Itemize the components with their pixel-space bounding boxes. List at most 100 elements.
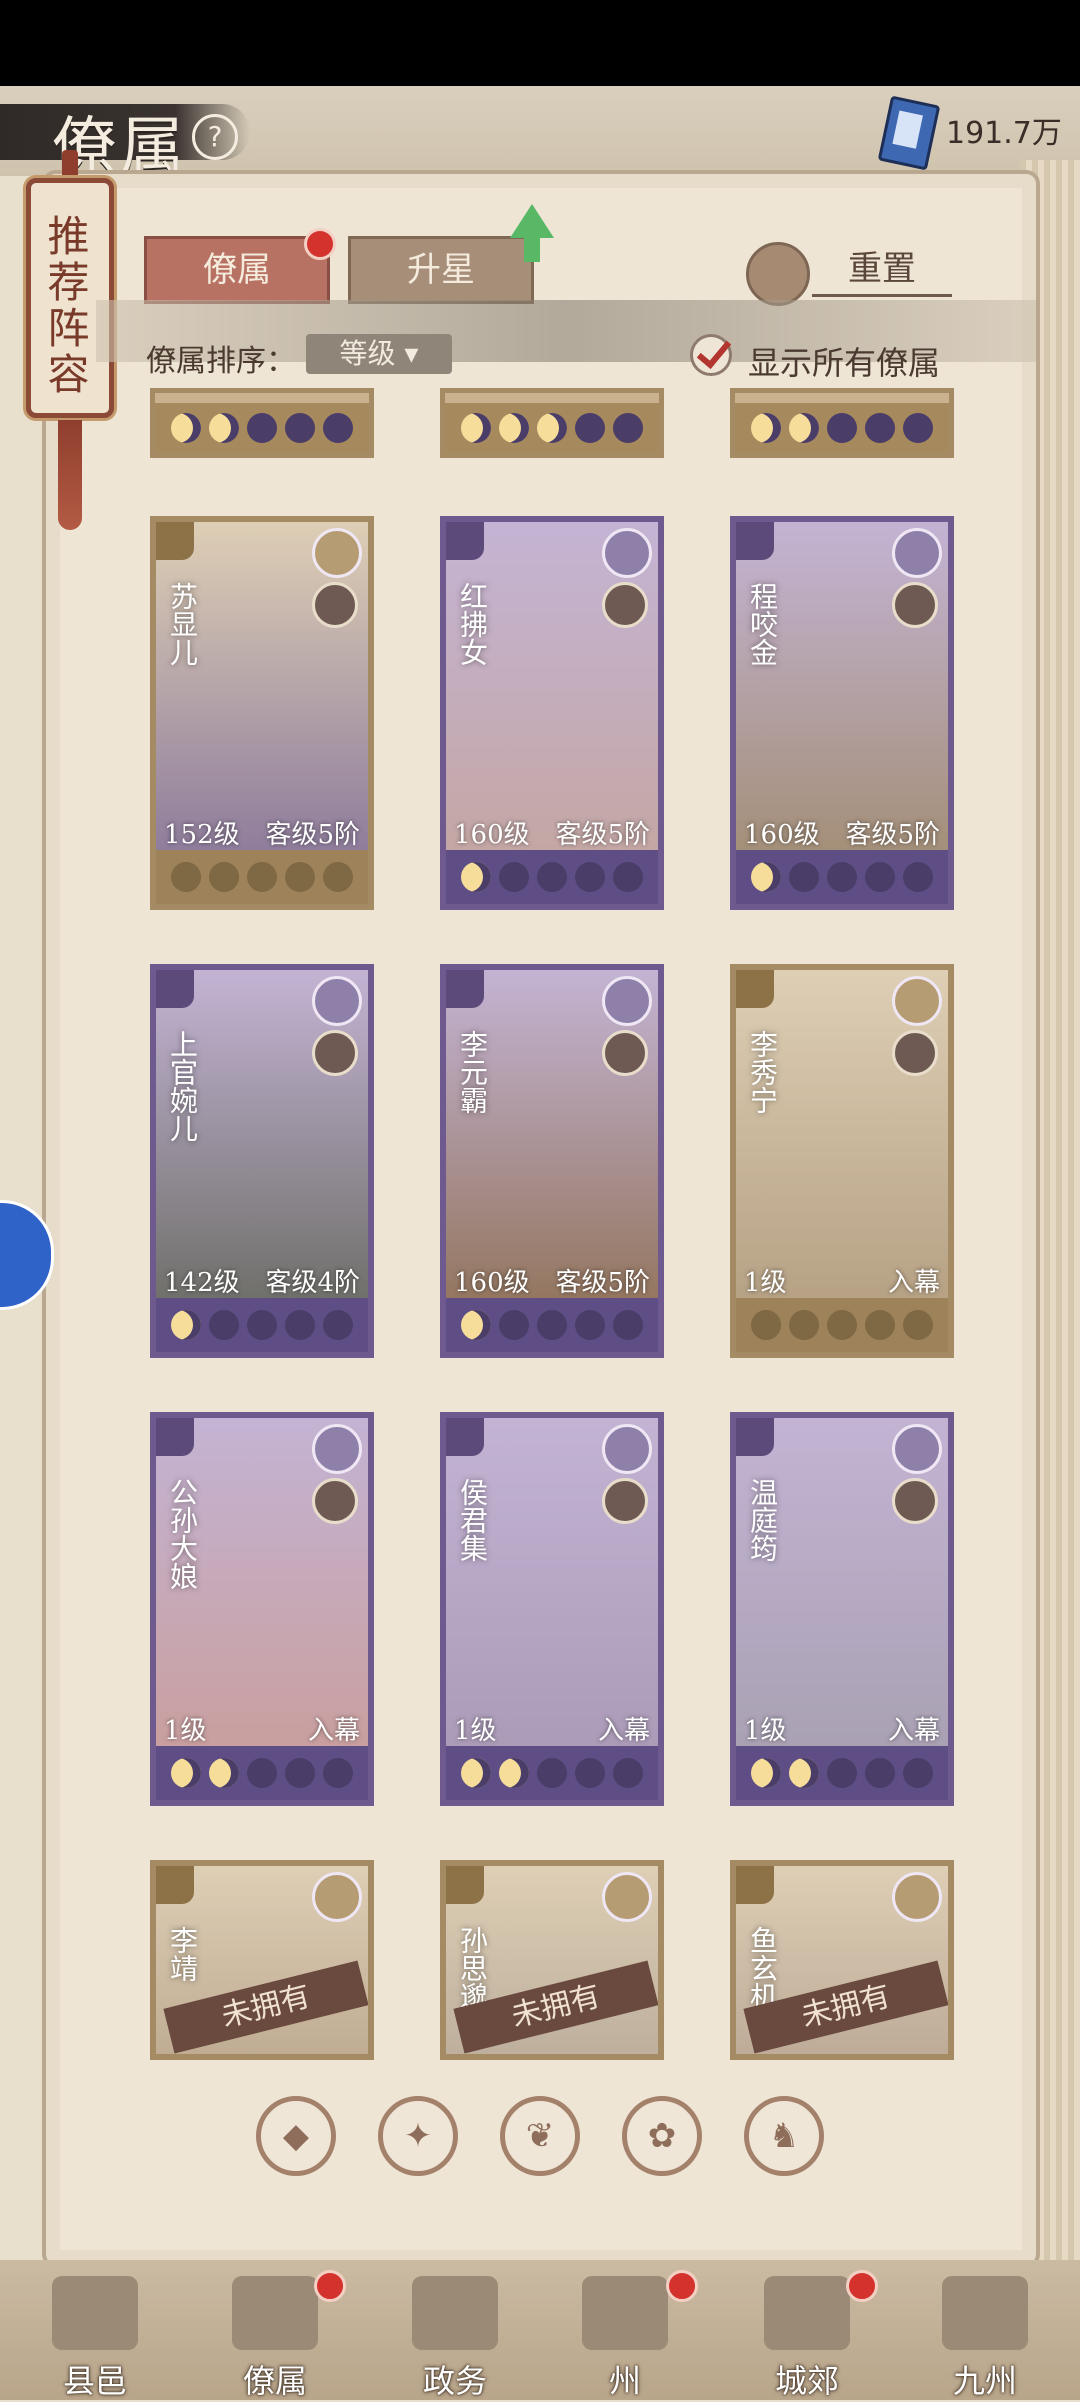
talent-badge-icon [312, 976, 362, 1026]
show-all-label[interactable]: 显示所有僚属 [748, 338, 940, 384]
filter-row: ◆ ✦ ❦ ✿ ♞ [150, 2096, 950, 2186]
talent-badge-icon [602, 1872, 652, 1922]
nav-nine-states[interactable]: 九州 [920, 2270, 1050, 2400]
subordinate-card[interactable]: 侯君集 1级 入幕 [440, 1412, 664, 1806]
subordinate-name: 鱼玄机 [746, 1926, 779, 2010]
nav-county[interactable]: 县邑 [30, 2270, 160, 2400]
filter-button[interactable]: ❦ [500, 2096, 580, 2176]
partial-card[interactable] [440, 388, 664, 458]
subordinate-name: 红拂女 [456, 582, 489, 666]
talent-badge-icon [312, 528, 362, 578]
pip-icon [575, 1310, 605, 1340]
nav-suburbs[interactable]: 城郊 [742, 2270, 878, 2400]
recommended-lineup-banner[interactable]: 推荐阵容 [26, 178, 114, 418]
nav-state[interactable]: 州 [560, 2270, 698, 2400]
pip-icon [323, 1310, 353, 1340]
nav-label: 城郊 [774, 2362, 839, 2400]
filter-all-button[interactable]: ◆ [256, 2096, 336, 2176]
pip-icon [323, 862, 353, 892]
bottom-nav [0, 2260, 1080, 2400]
pip-icon [827, 1758, 857, 1788]
pip-icon [613, 862, 643, 892]
class-badge-icon [446, 970, 484, 1008]
star-pips [156, 850, 368, 904]
filter-button[interactable]: ♞ [744, 2096, 824, 2176]
talent-badge-icon [312, 1424, 362, 1474]
star-pips [446, 850, 658, 904]
star-pips [736, 1298, 948, 1352]
pip-icon [613, 413, 643, 443]
pip-icon [537, 1310, 567, 1340]
subordinate-card[interactable]: 公孙大娘 1级 入幕 [150, 1412, 374, 1806]
pip-icon [461, 1310, 491, 1340]
help-icon[interactable]: ? [192, 114, 238, 160]
subordinate-level: 1级 [164, 1716, 207, 1746]
mini-avatar [312, 1030, 358, 1076]
suburbs-icon [764, 2276, 850, 2350]
subordinate-card[interactable]: 鱼玄机 未拥有 [730, 1860, 954, 2060]
nav-label: 州 [608, 2362, 641, 2400]
talent-badge-icon [312, 1872, 362, 1922]
reset-icon[interactable] [746, 242, 810, 306]
subordinate-name: 孙思邈 [456, 1926, 489, 2010]
pip-icon [827, 862, 857, 892]
mini-avatar [312, 1478, 358, 1524]
subordinate-card[interactable]: 李秀宁 1级 入幕 [730, 964, 954, 1358]
county-icon [52, 2276, 138, 2350]
mini-avatar [602, 582, 648, 628]
subordinate-rank: 客级5阶 [555, 820, 650, 850]
pip-icon [789, 862, 819, 892]
subordinate-rank: 入幕 [887, 1716, 940, 1746]
tab-star-up[interactable]: 升星 [348, 236, 534, 304]
class-badge-icon [156, 522, 194, 560]
subordinate-level: 1级 [454, 1716, 497, 1746]
pip-icon [171, 1758, 201, 1788]
subordinate-card[interactable]: 程咬金 160级 客级5阶 [730, 516, 954, 910]
subordinate-card[interactable]: 苏显儿 152级 客级5阶 [150, 516, 374, 910]
talent-badge-icon [892, 528, 942, 578]
filter-button[interactable]: ✿ [622, 2096, 702, 2176]
pip-icon [171, 413, 201, 443]
pip-icon [865, 413, 895, 443]
reset-button[interactable]: 重置 [812, 244, 952, 297]
pip-icon [827, 1310, 857, 1340]
pip-icon [499, 413, 529, 443]
pip-icon [537, 413, 567, 443]
show-all-checkbox[interactable] [690, 334, 732, 376]
mini-avatar [602, 1030, 648, 1076]
pip-icon [865, 1310, 895, 1340]
pip-icon [789, 413, 819, 443]
pip-icon [537, 1758, 567, 1788]
pip-icon [499, 862, 529, 892]
tab-subordinates[interactable]: 僚属 [144, 236, 330, 304]
class-badge-icon [736, 1866, 774, 1904]
nav-subordinates[interactable]: 僚属 [210, 2270, 346, 2400]
class-badge-icon [156, 1418, 194, 1456]
subordinate-card[interactable]: 李靖 未拥有 [150, 1860, 374, 2060]
partial-card[interactable] [730, 388, 954, 458]
pip-icon [247, 413, 277, 443]
subordinate-card[interactable]: 李元霸 160级 客级5阶 [440, 964, 664, 1358]
partial-card[interactable] [150, 388, 374, 458]
class-badge-icon [736, 522, 774, 560]
subordinate-card[interactable]: 温庭筠 1级 入幕 [730, 1412, 954, 1806]
subordinate-rank: 客级4阶 [265, 1268, 360, 1298]
nav-notification-dot [314, 2270, 346, 2302]
nav-label: 县邑 [62, 2362, 127, 2400]
pip-icon [461, 862, 491, 892]
mini-avatar [892, 1030, 938, 1076]
pip-icon [209, 413, 239, 443]
subordinate-card[interactable]: 孙思邈 未拥有 [440, 1860, 664, 2060]
star-pips [445, 403, 659, 453]
pip-icon [537, 862, 567, 892]
subordinate-rank: 入幕 [307, 1716, 360, 1746]
sort-dropdown[interactable]: 等级 ▾ [306, 334, 452, 374]
subordinate-card[interactable]: 红拂女 160级 客级5阶 [440, 516, 664, 910]
filter-button[interactable]: ✦ [378, 2096, 458, 2176]
pip-icon [789, 1310, 819, 1340]
subordinate-card[interactable]: 上官婉儿 142级 客级4阶 [150, 964, 374, 1358]
subordinate-rank: 入幕 [887, 1268, 940, 1298]
upgrade-arrow-stem [524, 236, 540, 262]
pip-icon [903, 1758, 933, 1788]
nav-affairs[interactable]: 政务 [390, 2270, 520, 2400]
